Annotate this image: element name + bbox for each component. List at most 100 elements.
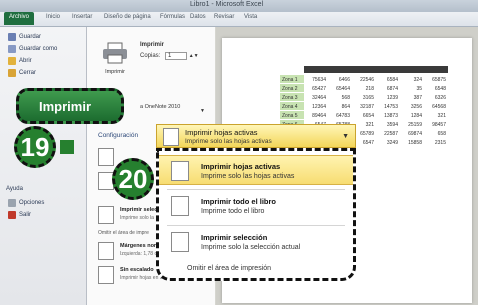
preview-cell: 32464 xyxy=(312,95,326,101)
preview-cell: 324 xyxy=(414,77,423,83)
preview-cell: 6547 xyxy=(363,140,374,146)
preview-cell: 1239 xyxy=(387,95,398,101)
preview-cell: 3165 xyxy=(363,95,374,101)
tab-revisar[interactable]: Revisar xyxy=(214,14,234,20)
preview-cell: 6548 xyxy=(435,86,446,92)
preview-cell: 658 xyxy=(438,131,447,137)
tab-diseno[interactable]: Diseño de página xyxy=(104,14,151,20)
omit-partial[interactable]: Omitir el área de impre xyxy=(98,230,149,236)
preview-cell: 1284 xyxy=(411,113,422,119)
omit-print-area[interactable]: Omitir el área de impresión xyxy=(187,265,271,272)
preview-cell: 6326 xyxy=(435,95,446,101)
preview-cell: 387 xyxy=(414,95,423,101)
tab-formulas[interactable]: Fórmulas xyxy=(160,14,185,20)
preview-cell: 75634 xyxy=(312,77,326,83)
save-as-icon xyxy=(8,45,16,53)
preview-cell: 864 xyxy=(342,104,351,110)
preview-cell: 65789 xyxy=(360,131,374,137)
preview-cell: 14753 xyxy=(384,104,398,110)
tab-datos[interactable]: Datos xyxy=(190,14,206,20)
nav-salir[interactable]: Salir xyxy=(8,211,31,219)
sheet-thumb-icon xyxy=(171,161,189,181)
chevron-down-icon: ▼ xyxy=(342,133,349,140)
options-icon xyxy=(8,199,16,207)
preview-cell: 3249 xyxy=(387,140,398,146)
preview-cell: 2315 xyxy=(435,140,446,146)
window-title: Libro1 - Microsoft Excel xyxy=(190,1,264,8)
copies-input[interactable]: 1 xyxy=(165,52,188,60)
preview-cell: 65464 xyxy=(336,86,350,92)
margins-icon xyxy=(98,242,114,260)
preview-header-row xyxy=(304,66,448,73)
preview-row-label: Zona 2 xyxy=(282,86,298,92)
preview-cell: 65427 xyxy=(312,86,326,92)
preview-cell: 98457 xyxy=(432,122,446,128)
selection-thumb-icon xyxy=(171,232,189,252)
close-file-icon xyxy=(8,69,16,77)
save-icon xyxy=(8,33,16,41)
preview-cell: 3256 xyxy=(411,104,422,110)
preview-cell: 6874 xyxy=(387,86,398,92)
preview-cell: 12364 xyxy=(312,104,326,110)
preview-cell: 15858 xyxy=(408,140,422,146)
tab-insertar[interactable]: Insertar xyxy=(72,14,92,20)
preview-cell: 69874 xyxy=(408,131,422,137)
printer-icon xyxy=(103,42,127,64)
callout-connector xyxy=(60,140,74,154)
tab-vista[interactable]: Vista xyxy=(244,14,257,20)
nav-ayuda[interactable]: Ayuda xyxy=(6,186,23,192)
preview-cell: 13873 xyxy=(384,113,398,119)
preview-cell: 25159 xyxy=(408,122,422,128)
preview-cell: 22587 xyxy=(384,131,398,137)
preview-row-label: Zona 5 xyxy=(282,113,298,119)
preview-cell: 568 xyxy=(342,95,351,101)
preview-cell: 321 xyxy=(366,122,375,128)
imprimir-highlight-button[interactable]: Imprimir xyxy=(16,88,124,124)
preview-row-label: Zona 3 xyxy=(282,95,298,101)
printer-name[interactable]: a OneNote 2010 xyxy=(140,104,180,110)
print-what-combo[interactable]: Imprimir hojas activas Imprime solo las … xyxy=(156,124,356,148)
nav-abrir[interactable]: Abrir xyxy=(8,57,32,65)
sheet-thumb-icon xyxy=(98,206,114,224)
printer-chevron-icon[interactable]: ▼ xyxy=(200,108,205,114)
print-button[interactable]: Imprimir xyxy=(98,42,132,82)
preview-cell: 64568 xyxy=(432,104,446,110)
preview-cell: 6654 xyxy=(363,113,374,119)
configuracion-label: Configuración xyxy=(98,132,139,139)
tab-archivo[interactable]: Archivo xyxy=(4,12,35,25)
preview-cell: 3594 xyxy=(387,122,398,128)
exit-icon xyxy=(8,211,16,219)
step-badge-20: 20 xyxy=(112,158,154,200)
divider xyxy=(167,189,345,190)
preview-cell: 64783 xyxy=(336,113,350,119)
excel-print-backstage: Libro1 - Microsoft Excel Archivo Inicio … xyxy=(0,0,478,305)
preview-cell: 218 xyxy=(366,86,375,92)
open-folder-icon xyxy=(8,57,16,65)
divider xyxy=(167,225,345,226)
option-hojas-activas[interactable]: Imprimir hojas activas Imprime solo las … xyxy=(159,155,353,185)
scaling-icon xyxy=(98,266,114,284)
preview-cell: 32187 xyxy=(360,104,374,110)
copies-spinner-icon[interactable]: ▲▼ xyxy=(189,53,199,59)
ribbon-tabs: Archivo Inicio Insertar Diseño de página… xyxy=(0,12,478,27)
copies-label: Copias: xyxy=(140,53,161,59)
preview-cell: 22546 xyxy=(360,77,374,83)
option-seleccion[interactable]: Imprimir selección Imprime solo la selec… xyxy=(159,227,353,257)
print-heading: Imprimir xyxy=(140,42,165,48)
preview-cell: 89464 xyxy=(312,113,326,119)
tab-inicio[interactable]: Inicio xyxy=(46,14,60,20)
sheet-thumb-icon xyxy=(98,148,114,166)
workbook-thumb-icon xyxy=(171,196,189,216)
nav-guardar-como[interactable]: Guardar como xyxy=(8,45,57,53)
nav-opciones[interactable]: Opciones xyxy=(8,199,44,207)
preview-row-label: Zona 4 xyxy=(282,104,298,110)
nav-guardar[interactable]: Guardar xyxy=(8,33,41,41)
print-what-dropdown: Imprimir hojas activas Imprime solo las … xyxy=(156,148,356,281)
copies-control: Imprimir Copias: 1 ▲▼ xyxy=(140,42,199,60)
preview-cell: 65875 xyxy=(432,77,446,83)
sheet-thumb-icon xyxy=(163,128,179,146)
title-bar: Libro1 - Microsoft Excel xyxy=(0,0,478,12)
preview-cell: 6466 xyxy=(339,77,350,83)
nav-cerrar[interactable]: Cerrar xyxy=(8,69,36,77)
option-todo-el-libro[interactable]: Imprimir todo el libro Imprime todo el l… xyxy=(159,191,353,221)
